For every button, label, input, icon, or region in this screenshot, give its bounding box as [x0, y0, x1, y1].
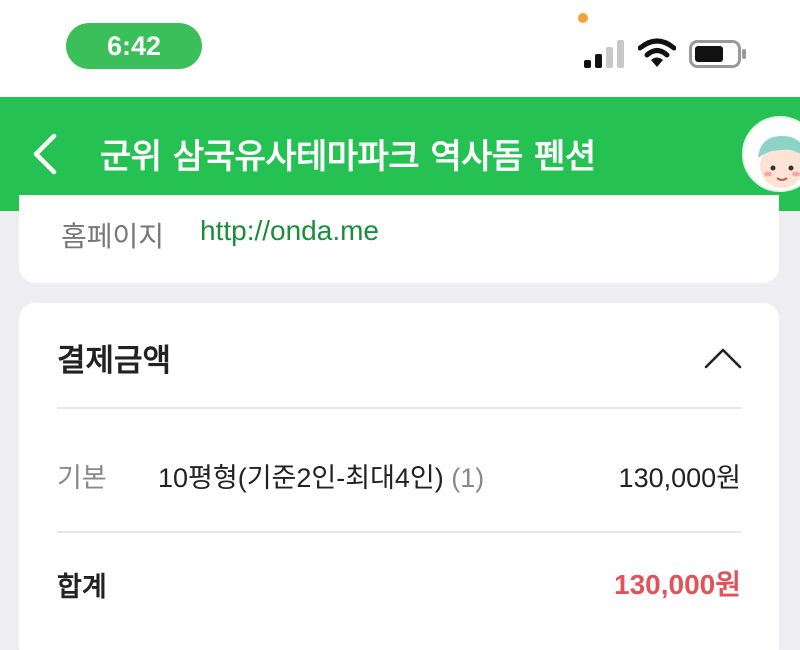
payment-divider [57, 407, 741, 409]
item-label: 기본 [57, 463, 107, 494]
page-title: 군위 삼국유사테마파크 역사돔 펜션 [100, 137, 596, 177]
item-description: 10평형(기준2인-최대4인) (1) [158, 456, 484, 495]
nav-header: 군위 삼국유사테마파크 역사돔 펜션 [0, 97, 800, 211]
item-quantity: (1) [451, 463, 485, 493]
total-divider [57, 531, 741, 533]
wifi-icon [638, 38, 676, 67]
item-amount: 130,000원 [618, 463, 741, 493]
total-label: 합계 [57, 572, 107, 603]
cellular-signal-icon [584, 40, 624, 68]
payment-title: 결제금액 [57, 343, 172, 379]
chevron-left-icon[interactable] [28, 132, 64, 176]
status-bar: 6:42 [0, 0, 800, 97]
chevron-up-icon[interactable] [703, 345, 743, 371]
homepage-label: 홈페이지 [61, 220, 165, 253]
info-card: 홈페이지 http://onda.me [19, 195, 779, 283]
homepage-link[interactable]: http://onda.me [200, 215, 379, 247]
user-avatar-icon[interactable] [742, 116, 800, 192]
status-time: 6:42 [66, 23, 202, 69]
payment-card: 결제금액 기본 10평형(기준2인-최대4인) (1) 130,000원 합계 … [19, 303, 779, 650]
item-room-type: 10평형(기준2인-최대4인) [158, 463, 444, 493]
privacy-indicator-dot [578, 13, 588, 23]
battery-icon [689, 40, 746, 68]
total-amount: 130,000원 [614, 569, 741, 600]
